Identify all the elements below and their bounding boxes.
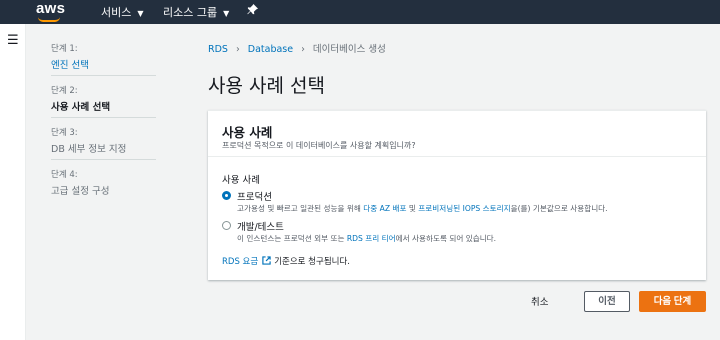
radio-production[interactable]	[222, 191, 231, 200]
step-4: 단계 4: 고급 설정 구성	[51, 168, 156, 197]
services-menu[interactable]: 서비스 ▼	[101, 4, 144, 20]
desc-text: 이 인스턴스는 프로덕션 외부 또는	[237, 234, 347, 243]
multi-az-link[interactable]: 다중 AZ 배포	[363, 204, 406, 213]
page-title: 사용 사례 선택	[208, 75, 325, 97]
resource-groups-menu-label: 리소스 그룹	[163, 6, 218, 19]
breadcrumb-current: 데이터베이스 생성	[312, 44, 386, 55]
step-number: 단계 1:	[51, 44, 78, 54]
step-number: 단계 2:	[51, 86, 78, 96]
rds-pricing-link[interactable]: RDS 요금	[222, 257, 258, 267]
step-1: 단계 1: 엔진 선택	[51, 42, 156, 71]
step-label: DB 세부 정보 지정	[51, 144, 127, 155]
pricing-note: RDS 요금 기준으로 청구됩니다.	[222, 255, 350, 268]
cancel-button[interactable]: 취소	[531, 294, 548, 308]
breadcrumb-rds[interactable]: RDS	[208, 44, 228, 55]
option-dev-test-description: 이 인스턴스는 프로덕션 외부 또는 RDS 프리 티어에서 사용하도록 되어 …	[237, 233, 496, 244]
next-step-button[interactable]: 다음 단계	[639, 291, 706, 312]
aws-logo[interactable]: aws	[36, 0, 65, 17]
card-title: 사용 사례	[222, 125, 273, 140]
option-production-description: 고가용성 및 빠르고 일관된 성능을 위해 다중 AZ 배포 및 프로비저닝된 …	[237, 203, 608, 214]
pushpin-icon[interactable]	[247, 4, 258, 18]
use-case-card: 사용 사례 프로덕션 목적으로 이 데이터베이스를 사용할 계획입니까? 사용 …	[208, 110, 706, 280]
desc-text: 에서 사용하도록 되어 있습니다.	[395, 234, 497, 243]
side-nav-gutter: ☰	[0, 24, 26, 340]
breadcrumb: RDS › Database › 데이터베이스 생성	[208, 41, 386, 55]
desc-text: 고가용성 및 빠르고 일관된 성능을 위해	[237, 204, 364, 213]
card-header: 사용 사례 프로덕션 목적으로 이 데이터베이스를 사용할 계획입니까?	[208, 111, 706, 157]
step-divider	[51, 117, 156, 118]
pricing-text: 기준으로 청구됩니다.	[274, 257, 350, 267]
chevron-right-icon: ›	[235, 44, 240, 55]
step-2: 단계 2: 사용 사례 선택	[51, 84, 156, 113]
option-dev-test-title[interactable]: 개발/테스트	[237, 219, 284, 233]
external-link-icon[interactable]	[262, 256, 271, 268]
previous-button[interactable]: 이전	[584, 291, 630, 312]
breadcrumb-database[interactable]: Database	[248, 44, 293, 55]
card-description: 프로덕션 목적으로 이 데이터베이스를 사용할 계획입니까?	[222, 141, 416, 150]
step-label: 사용 사례 선택	[51, 102, 111, 113]
resource-groups-menu[interactable]: 리소스 그룹 ▼	[163, 4, 229, 20]
use-case-field-label: 사용 사례	[222, 175, 260, 186]
free-tier-link[interactable]: RDS 프리 티어	[347, 234, 396, 243]
desc-text: 및	[406, 204, 419, 213]
hamburger-menu-icon[interactable]: ☰	[7, 33, 19, 48]
chevron-down-icon: ▼	[223, 9, 230, 18]
provisioned-iops-link[interactable]: 프로비저닝된 IOPS 스토리지	[418, 204, 510, 213]
step-label: 고급 설정 구성	[51, 186, 110, 197]
desc-text: 을(를) 기본값으로 사용합니다.	[510, 204, 608, 213]
step-label[interactable]: 엔진 선택	[51, 57, 156, 71]
top-nav-bar: aws 서비스 ▼ 리소스 그룹 ▼	[0, 0, 720, 24]
step-3: 단계 3: DB 세부 정보 지정	[51, 126, 156, 155]
aws-logo-smile	[38, 17, 60, 22]
step-number: 단계 3:	[51, 128, 78, 138]
radio-dev-test[interactable]	[222, 221, 231, 230]
step-number: 단계 4:	[51, 170, 78, 180]
services-menu-label: 서비스	[101, 6, 132, 19]
chevron-down-icon: ▼	[137, 9, 144, 18]
chevron-right-icon: ›	[301, 44, 305, 55]
step-divider	[51, 159, 156, 160]
step-divider	[51, 75, 156, 76]
option-production-title[interactable]: 프로덕션	[237, 189, 272, 203]
